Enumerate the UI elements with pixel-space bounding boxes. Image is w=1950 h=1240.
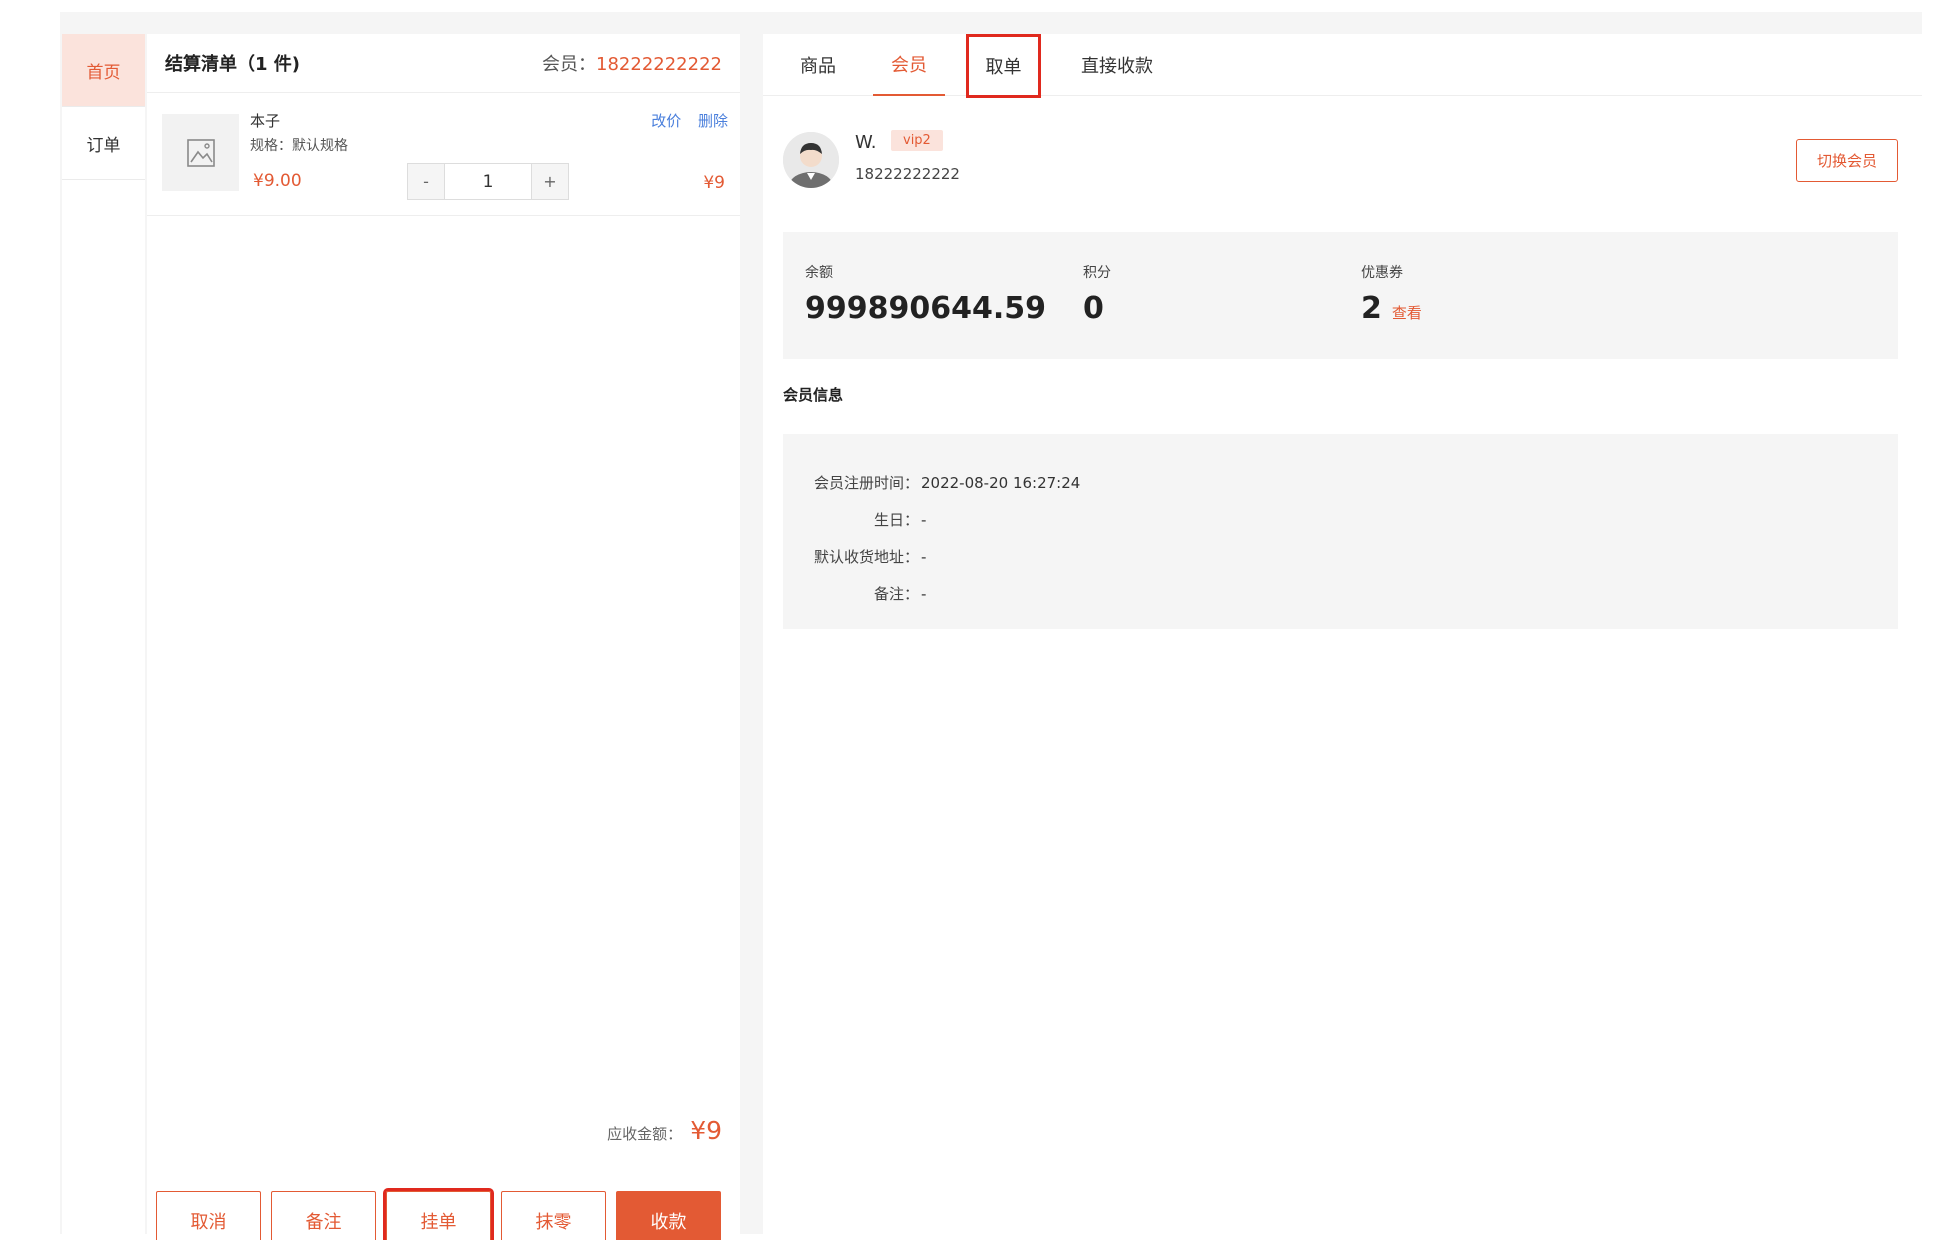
view-coupons-link[interactable]: 查看 xyxy=(1392,304,1422,322)
info-value: - xyxy=(921,584,927,603)
coupons-label: 优惠券 xyxy=(1361,265,1403,281)
member-panel: 商品 会员 取单 直接收款 W. vip2 18222222222 切换会员 余… xyxy=(763,34,1922,1234)
item-subtotal: ¥9 xyxy=(703,173,725,193)
member-phone-number: 18222222222 xyxy=(855,165,960,183)
amount-due: 应收金额： ¥9 xyxy=(607,1116,722,1145)
decrease-quantity-button[interactable]: - xyxy=(408,164,444,199)
stat-balance: 余额 999890644.59 xyxy=(805,262,1046,326)
info-label: 备注： xyxy=(873,585,919,603)
edit-price-link[interactable]: 改价 xyxy=(651,112,681,130)
amount-due-value: ¥9 xyxy=(690,1116,722,1145)
increase-quantity-button[interactable]: + xyxy=(532,164,568,199)
info-row-remark: 备注： - xyxy=(783,575,1898,612)
checkout-header: 结算清单（1 件) 会员：18222222222 xyxy=(147,34,740,93)
avatar xyxy=(783,132,839,188)
nav-item-home[interactable]: 首页 xyxy=(62,34,145,107)
member-stats: 余额 999890644.59 积分 0 优惠券 2 查看 xyxy=(783,232,1898,359)
remark-button[interactable]: 备注 xyxy=(271,1191,376,1240)
side-nav: 首页 订单 xyxy=(62,34,145,1234)
cart-item: 本子 规格：默认规格 ¥9.00 改价 删除 - 1 + ¥9 xyxy=(147,93,740,216)
quantity-value[interactable]: 1 xyxy=(444,164,532,199)
item-actions: 改价 删除 xyxy=(639,110,728,131)
cancel-button[interactable]: 取消 xyxy=(156,1191,261,1240)
pos-app: 首页 订单 结算清单（1 件) 会员：18222222222 本子 规格：默认规… xyxy=(60,12,1922,1240)
info-label: 生日： xyxy=(873,511,919,529)
product-price: ¥9.00 xyxy=(253,171,302,191)
stat-coupons: 优惠券 2 查看 xyxy=(1361,262,1422,326)
product-thumbnail xyxy=(162,114,239,191)
stat-points: 积分 0 xyxy=(1083,262,1111,326)
balance-label: 余额 xyxy=(805,265,833,281)
user-avatar-icon xyxy=(783,132,839,188)
checkout-panel: 结算清单（1 件) 会员：18222222222 本子 规格：默认规格 ¥9.0… xyxy=(147,34,740,1240)
tab-member[interactable]: 会员 xyxy=(873,34,945,96)
nav-item-orders[interactable]: 订单 xyxy=(62,107,145,180)
info-label: 默认收货地址： xyxy=(813,548,919,566)
member-info-title: 会员信息 xyxy=(783,386,844,404)
info-row-address: 默认收货地址： - xyxy=(783,538,1898,575)
product-spec: 规格：默认规格 xyxy=(250,138,348,154)
info-row-birthday: 生日： - xyxy=(783,501,1898,538)
tab-products[interactable]: 商品 xyxy=(785,34,851,96)
balance-value: 999890644.59 xyxy=(805,291,1047,326)
info-value: 2022-08-20 16:27:24 xyxy=(921,473,1081,492)
product-name: 本子 xyxy=(250,112,281,130)
points-label: 积分 xyxy=(1083,265,1111,281)
info-row-register-time: 会员注册时间： 2022-08-20 16:27:24 xyxy=(783,464,1898,501)
checkout-member: 会员：18222222222 xyxy=(542,50,722,76)
member-level-badge: vip2 xyxy=(891,130,943,151)
info-label: 会员注册时间： xyxy=(813,474,919,492)
delete-item-link[interactable]: 删除 xyxy=(698,112,728,130)
amount-due-label: 应收金额： xyxy=(607,1125,683,1143)
info-value: - xyxy=(921,547,927,566)
quantity-stepper: - 1 + xyxy=(407,163,569,200)
points-value: 0 xyxy=(1083,291,1104,326)
info-value: - xyxy=(921,510,927,529)
member-name: W. xyxy=(855,132,877,153)
member-label: 会员： xyxy=(542,54,597,75)
member-info-box: 会员注册时间： 2022-08-20 16:27:24 生日： - 默认收货地址… xyxy=(783,434,1898,629)
checkout-title: 结算清单（1 件) xyxy=(165,54,301,75)
image-placeholder-icon xyxy=(186,138,215,167)
member-phone: 18222222222 xyxy=(596,54,722,75)
member-card: W. vip2 18222222222 切换会员 xyxy=(783,124,1898,204)
hang-order-button[interactable]: 挂单 xyxy=(383,1188,494,1240)
tab-retrieve-order[interactable]: 取单 xyxy=(966,34,1041,98)
coupons-row: 2 查看 xyxy=(1361,291,1422,326)
collect-payment-button[interactable]: 收款 xyxy=(616,1191,721,1240)
tab-direct-payment[interactable]: 直接收款 xyxy=(1061,34,1173,96)
round-off-button[interactable]: 抹零 xyxy=(501,1191,606,1240)
switch-member-button[interactable]: 切换会员 xyxy=(1796,139,1898,182)
tab-bar: 商品 会员 取单 直接收款 xyxy=(763,34,1922,98)
coupons-value: 2 xyxy=(1361,291,1382,326)
